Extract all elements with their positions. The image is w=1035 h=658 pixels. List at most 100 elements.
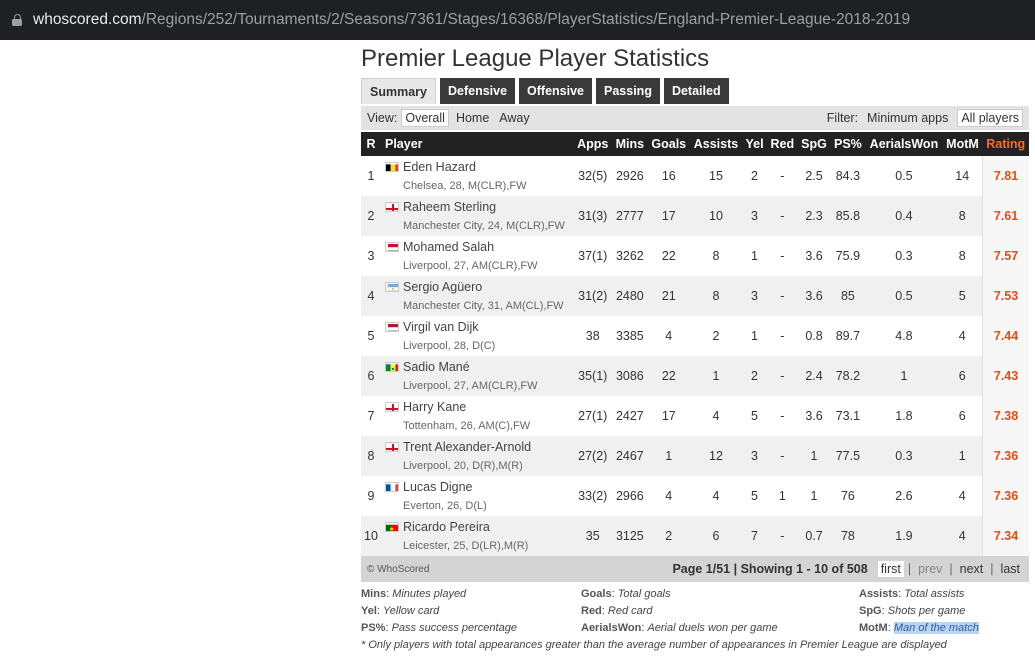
column-legend: Mins: Minutes played Goals: Total goals As… — [361, 588, 1029, 634]
tab-passing[interactable]: Passing — [596, 78, 660, 104]
col-motm[interactable]: MotM — [942, 132, 983, 156]
player-name-link[interactable]: Raheem Sterling — [403, 199, 570, 215]
yel-cell: 2 — [751, 369, 758, 383]
legend-description: Total goals — [617, 588, 671, 600]
table-row[interactable]: 1 Eden Hazard Chelsea, 28, M(CLR),FW 32(5) 2… — [361, 156, 1029, 196]
view-overall[interactable]: Overall — [401, 109, 449, 127]
spg-cell: 1 — [810, 449, 818, 463]
table-row[interactable]: 2 Raheem Sterling Manchester City, 24, M(C… — [361, 196, 1029, 236]
tab-detailed[interactable]: Detailed — [663, 78, 729, 104]
rank-cell: 2 — [367, 209, 375, 223]
col-spg[interactable]: SpG — [797, 132, 831, 156]
red-cell: - — [780, 529, 785, 543]
pager-last[interactable]: last — [998, 561, 1023, 577]
player-name-link[interactable]: Eden Hazard — [403, 159, 570, 175]
aerials-cell: 1.8 — [895, 409, 913, 423]
tab-summary[interactable]: Summary — [361, 78, 436, 104]
rating-cell: 7.34 — [981, 516, 1029, 556]
apps-cell: 31(2) — [578, 289, 608, 303]
address-bar[interactable]: whoscored.com/Regions/252/Tournaments/2/… — [0, 0, 1035, 40]
rank-cell: 8 — [367, 449, 375, 463]
pager-next[interactable]: next — [957, 561, 987, 577]
col-apps[interactable]: Apps — [573, 132, 613, 156]
mins-cell: 3262 — [615, 249, 644, 263]
ps-cell: 78 — [840, 529, 855, 543]
col-assists[interactable]: Assists — [689, 132, 743, 156]
flag-cell — [381, 356, 403, 396]
table-row[interactable]: 10 Ricardo Pereira Leicester, 25, D(LR),M(… — [361, 516, 1029, 556]
col-goals[interactable]: Goals — [647, 132, 690, 156]
table-row[interactable]: 9 Lucas Digne Everton, 26, D(L) 33(2) 2966 4 4… — [361, 476, 1029, 516]
table-row[interactable]: 6 Sadio Mané Liverpool, 27, AM(CLR),FW 35(1… — [361, 356, 1029, 396]
yel-cell: 3 — [751, 449, 758, 463]
legend-item: Yel: Yellow card — [361, 605, 581, 617]
table-row[interactable]: 7 Harry Kane Tottenham, 26, AM(C),FW 27(1) 2… — [361, 396, 1029, 436]
col-rank[interactable]: R — [361, 132, 381, 156]
pager-first[interactable]: first — [877, 561, 904, 577]
player-cell: Sergio Agüero Manchester City, 31, AM(CL)… — [403, 276, 573, 316]
url-text[interactable]: whoscored.com/Regions/252/Tournaments/2/… — [33, 11, 910, 29]
player-name-link[interactable]: Lucas Digne — [403, 479, 570, 495]
apps-cell: 33(2) — [578, 489, 608, 503]
aerials-cell: 0.3 — [895, 449, 913, 463]
table-row[interactable]: 3 Mohamed Salah Liverpool, 27, AM(CLR),FW 3… — [361, 236, 1029, 276]
assists-cell: 10 — [709, 209, 723, 223]
col-red[interactable]: Red — [766, 132, 798, 156]
spg-cell: 3.6 — [805, 249, 823, 263]
col-ps[interactable]: PS% — [830, 132, 866, 156]
player-name-link[interactable]: Ricardo Pereira — [403, 519, 570, 535]
view-home[interactable]: Home — [453, 110, 492, 126]
goals-cell: 2 — [665, 529, 673, 543]
filter-all-players[interactable]: All players — [957, 109, 1023, 127]
aerials-cell: 1 — [900, 369, 908, 383]
main-content: Premier League Player Statistics Summary… — [361, 40, 1029, 651]
tab-defensive[interactable]: Defensive — [439, 78, 516, 104]
legend-key: PS% — [361, 622, 386, 634]
assists-cell: 1 — [712, 369, 720, 383]
col-aerials[interactable]: AerialsWon — [865, 132, 943, 156]
apps-cell: 35(1) — [578, 369, 608, 383]
apps-cell: 27(2) — [578, 449, 608, 463]
player-name-link[interactable]: Sergio Agüero — [403, 279, 570, 295]
legend-key: MotM — [859, 622, 888, 634]
flag-cell — [381, 196, 403, 236]
filter-minimum-apps[interactable]: Minimum apps — [864, 110, 951, 126]
pager-sep: | — [949, 562, 953, 576]
player-name-link[interactable]: Harry Kane — [403, 399, 570, 415]
motm-cell: 8 — [958, 209, 966, 223]
view-away[interactable]: Away — [496, 110, 532, 126]
assists-cell: 4 — [712, 409, 720, 423]
player-name-link[interactable]: Virgil van Dijk — [403, 319, 570, 335]
rank-cell: 7 — [367, 409, 375, 423]
player-name-link[interactable]: Trent Alexander-Arnold — [403, 439, 570, 455]
col-player[interactable]: Player — [381, 132, 574, 156]
player-name-link[interactable]: Sadio Mané — [403, 359, 570, 375]
motm-cell: 4 — [958, 329, 966, 343]
tab-offensive[interactable]: Offensive — [519, 78, 593, 104]
table-row[interactable]: 8 Trent Alexander-Arnold Liverpool, 20, D(… — [361, 436, 1029, 476]
player-meta: Liverpool, 20, D(R),M(R) — [403, 459, 523, 472]
flag-cell — [381, 516, 403, 556]
red-cell: - — [780, 449, 785, 463]
col-rating[interactable]: Rating — [982, 132, 1029, 156]
player-cell: Sadio Mané Liverpool, 27, AM(CLR),FW — [403, 356, 573, 396]
col-yel[interactable]: Yel — [742, 132, 767, 156]
apps-cell: 35 — [585, 529, 600, 543]
rating-cell: 7.36 — [981, 436, 1029, 476]
rating-cell: 7.43 — [981, 356, 1029, 396]
table-row[interactable]: 5 Virgil van Dijk Liverpool, 28, D(C) 38 338… — [361, 316, 1029, 356]
player-meta: Liverpool, 27, AM(CLR),FW — [403, 379, 538, 392]
flag-cell — [381, 316, 403, 356]
pager-prev[interactable]: prev — [915, 561, 945, 577]
lock-icon[interactable] — [12, 14, 22, 26]
rank-cell: 4 — [367, 289, 375, 303]
legend-description: Shots per game — [887, 605, 966, 617]
player-name-link[interactable]: Mohamed Salah — [403, 239, 570, 255]
flag-cell — [381, 236, 403, 276]
yel-cell: 7 — [751, 529, 758, 543]
mins-cell: 2480 — [615, 289, 644, 303]
table-row[interactable]: 4 Sergio Agüero Manchester City, 31, AM(CL… — [361, 276, 1029, 316]
spg-cell: 0.7 — [805, 529, 823, 543]
col-mins[interactable]: Mins — [612, 132, 648, 156]
player-meta: Leicester, 25, D(LR),M(R) — [403, 539, 529, 552]
